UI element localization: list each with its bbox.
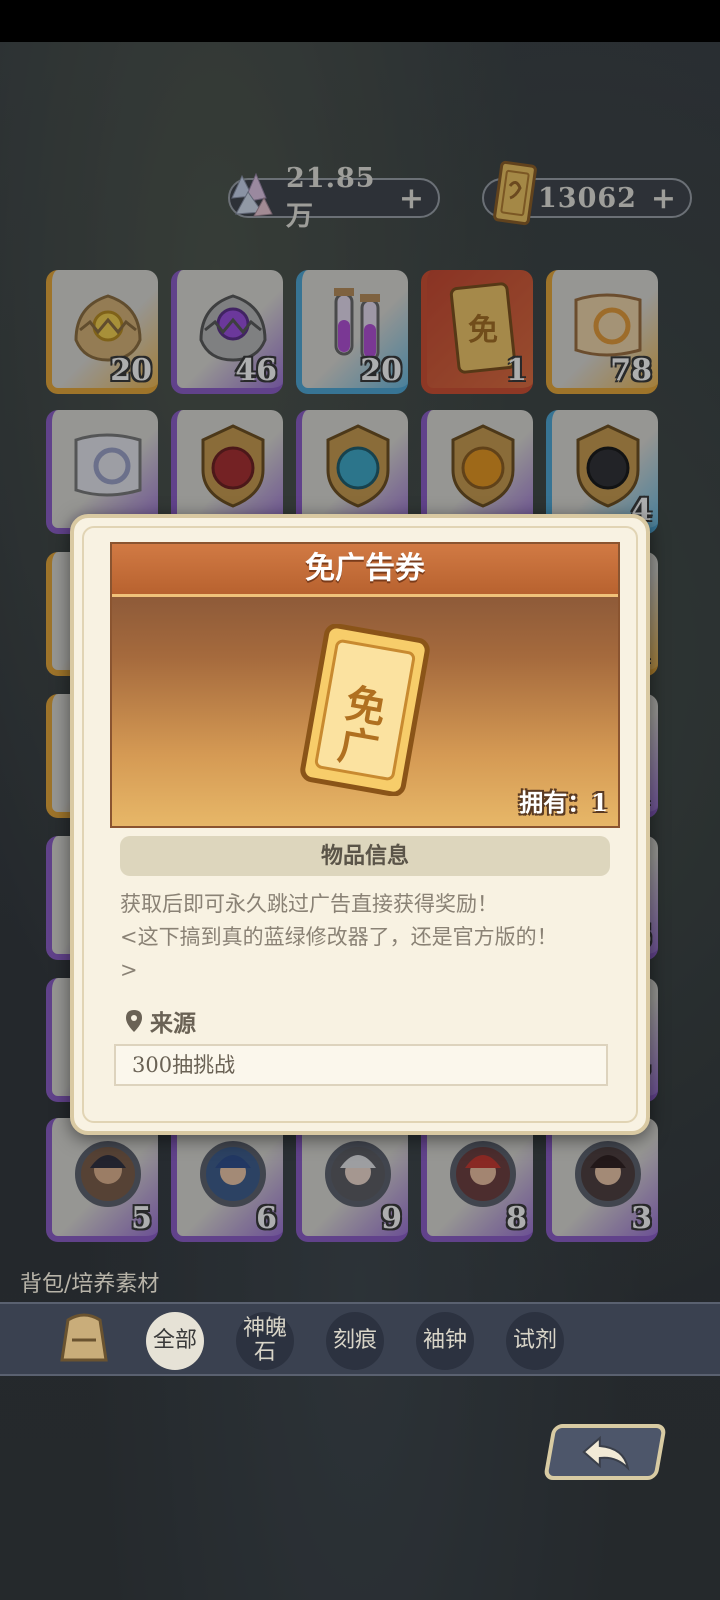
item-tile[interactable]: 免 1 — [421, 270, 533, 394]
item-banner: 免广告券 免 广 拥有：1 — [110, 542, 620, 828]
blue-badge-icon — [326, 424, 390, 508]
crystal-add-button[interactable]: + — [399, 181, 424, 216]
breadcrumb: 背包/培养素材 — [20, 1272, 160, 1297]
item-count: 5 — [131, 1201, 152, 1236]
tab-pocket-watch[interactable]: 袖钟 — [416, 1312, 474, 1370]
source-entry[interactable]: 300抽挑战 — [114, 1044, 608, 1086]
item-tile[interactable]: 78 — [546, 270, 658, 394]
back-arrow-icon — [582, 1435, 630, 1472]
ticket-add-button[interactable]: + — [651, 181, 676, 216]
svg-text:广: 广 — [335, 721, 383, 774]
ad-free-ticket-icon: 免 广 — [300, 624, 430, 796]
tab-all[interactable]: 全部 — [146, 1312, 204, 1370]
item-count: 6 — [256, 1201, 277, 1236]
source-label: 来源 — [124, 1004, 196, 1038]
scroll-icon — [74, 433, 142, 497]
backpack-icon — [60, 1313, 108, 1362]
item-info-header: 物品信息 — [120, 836, 610, 876]
item-count: 46 — [235, 353, 277, 388]
item-count: 3 — [631, 1201, 652, 1236]
crystal-currency: 21.85万 + — [228, 163, 440, 232]
item-count: 8 — [506, 1201, 527, 1236]
item-count: 20 — [110, 353, 152, 388]
item-title: 免广告券 — [112, 544, 618, 597]
item-tile[interactable]: 8 — [421, 1118, 533, 1242]
red-badge-icon — [201, 424, 265, 508]
item-tile[interactable]: 20 — [46, 270, 158, 394]
item-count: 9 — [381, 1201, 402, 1236]
svg-text:免: 免 — [468, 313, 498, 348]
orange-badge-icon — [451, 424, 515, 508]
owned-count: 拥有：1 — [519, 788, 608, 817]
item-count: 20 — [360, 353, 402, 388]
crystal-amount: 21.85万 — [286, 163, 376, 232]
back-button[interactable] — [543, 1424, 667, 1480]
status-bar — [0, 0, 720, 42]
source-label-text: 来源 — [150, 1010, 196, 1037]
description-line: 获取后即可永久跳过广告直接获得奖励！ — [120, 892, 498, 916]
item-tile[interactable]: 20 — [296, 270, 408, 394]
description-line: > — [120, 958, 138, 982]
ticket-currency: 13062 + — [482, 160, 692, 226]
item-tile[interactable]: 3 — [546, 1118, 658, 1242]
item-tile[interactable]: 6 — [171, 1118, 283, 1242]
item-count: 78 — [610, 353, 652, 388]
item-detail-modal: 免广告券 免 广 拥有：1 物品信息 获取后即可永久跳过广告直接获得奖励！ <这… — [70, 514, 650, 1135]
category-tabbar: 全部 神魄 石 刻痕 袖钟 试剂 — [0, 1302, 720, 1376]
tab-reagent[interactable]: 试剂 — [506, 1312, 564, 1370]
item-description: 获取后即可永久跳过广告直接获得奖励！ <这下搞到真的蓝绿修改器了，还是官方版的！… — [120, 888, 600, 987]
item-count: 1 — [506, 353, 527, 388]
tab-spirit-stone[interactable]: 神魄 石 — [236, 1312, 294, 1370]
ticket-amount: 13062 — [538, 182, 637, 214]
location-pin-icon — [126, 1010, 142, 1032]
ticket-icon — [493, 160, 537, 226]
crystal-icon — [231, 172, 273, 217]
item-tile[interactable]: 5 — [46, 1118, 158, 1242]
tab-engraving[interactable]: 刻痕 — [326, 1312, 384, 1370]
item-tile[interactable]: 9 — [296, 1118, 408, 1242]
description-line: <这下搞到真的蓝绿修改器了，还是官方版的！ — [120, 925, 558, 949]
item-tile[interactable]: 46 — [171, 270, 283, 394]
